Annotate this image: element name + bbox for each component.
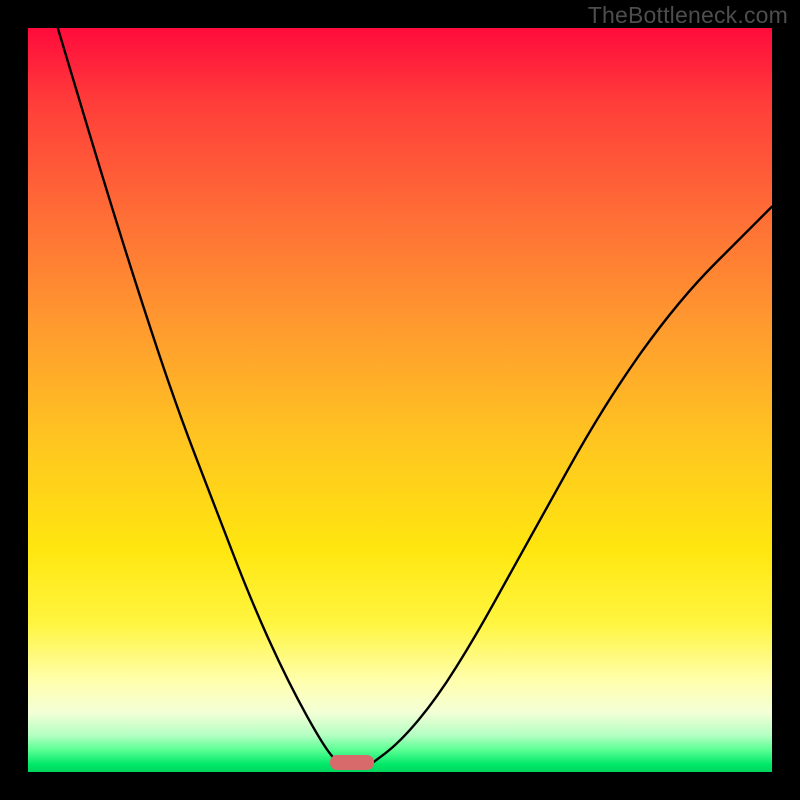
chart-frame: TheBottleneck.com: [0, 0, 800, 800]
minimum-marker: [330, 755, 374, 770]
plot-area: [28, 28, 772, 772]
bottleneck-curve: [28, 28, 772, 772]
curve-path: [58, 28, 772, 765]
watermark-text: TheBottleneck.com: [588, 2, 788, 29]
